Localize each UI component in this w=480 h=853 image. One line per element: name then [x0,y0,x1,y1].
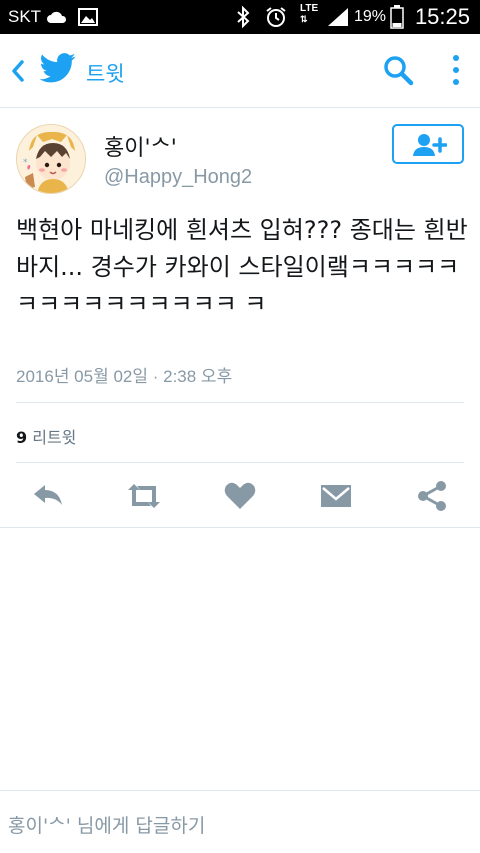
battery-icon [390,5,404,29]
divider [16,462,464,463]
tweet-time: 2:38 오후 [163,367,233,386]
author-name[interactable]: 홍이'ᄉ' [104,130,177,162]
divider [16,402,464,403]
gallery-icon [78,8,98,26]
tweet-date: 2016년 05월 02일 [16,367,149,386]
status-bar: SKT LTE ⇅ 19% 15:25 [0,0,480,34]
retweet-count-label: 리트윗 [32,428,77,447]
back-chevron-icon[interactable] [8,58,26,84]
message-icon[interactable] [318,478,354,514]
avatar-illustration: * [17,125,85,193]
alarm-icon [266,7,286,27]
page-title: 트윗 [86,62,125,86]
retweet-count-value: 9 [16,428,28,447]
add-user-icon [413,134,447,156]
reply-icon[interactable] [30,478,66,514]
carrier-label: SKT [8,7,42,26]
follow-button[interactable] [392,124,464,164]
author-handle[interactable]: @Happy_Hong2 [104,166,252,189]
more-vertical-icon[interactable] [446,52,466,88]
twitter-bird-icon [40,53,76,83]
retweet-count[interactable]: 9 리트윗 [16,424,76,448]
meta-separator: · [148,367,164,386]
clock: 15:25 [414,4,470,29]
cloud-icon [47,11,67,23]
reply-input[interactable]: 홍이'ᄉ' 님에게 답글하기 [8,811,205,838]
divider [0,527,480,528]
avatar[interactable]: * [16,124,86,194]
battery-percent: 19% [354,8,387,25]
svg-text:*: * [23,158,28,168]
tweet-timestamp: 2016년 05월 02일 · 2:38 오후 [16,362,232,387]
lte-indicator: LTE ⇅ [300,3,319,24]
search-icon[interactable] [382,54,414,86]
bluetooth-icon [237,6,250,28]
share-icon[interactable] [414,478,450,514]
signal-icon [328,8,348,26]
retweet-icon[interactable] [126,478,162,514]
like-icon[interactable] [222,478,258,514]
app-header: 트윗 [0,34,480,108]
tweet-text: 백현아 마네킹에 흰셔츠 입혀??? 종대는 흰반바지... 경수가 카와이 스… [16,216,468,318]
reply-bar[interactable]: 홍이'ᄉ' 님에게 답글하기 [0,790,480,853]
